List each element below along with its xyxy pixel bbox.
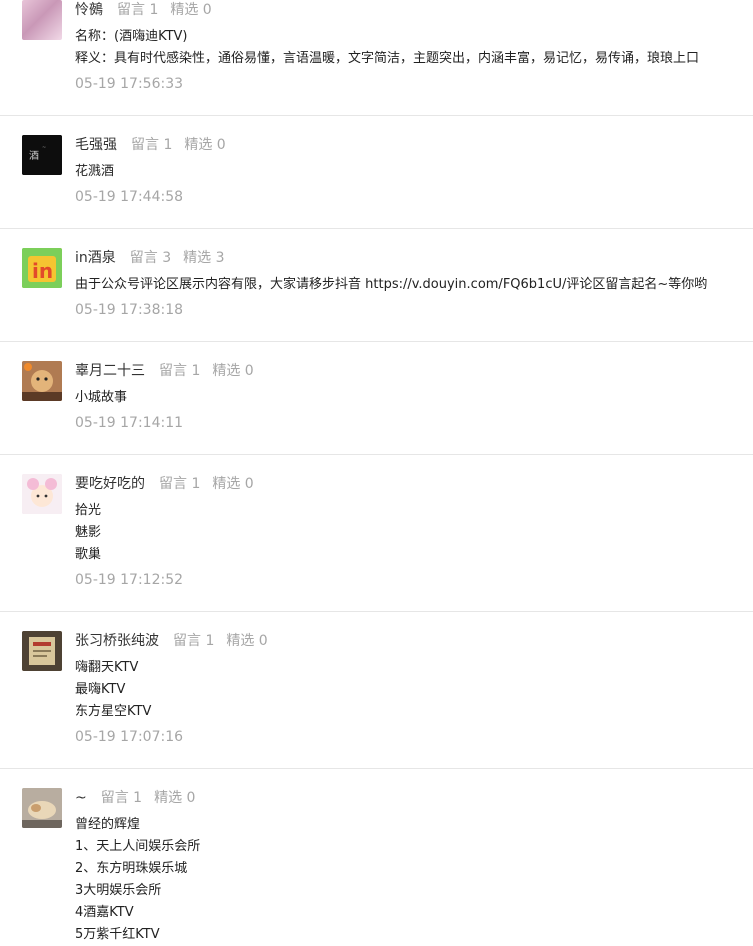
avatar-image: in	[22, 248, 62, 288]
comment-content: 小城故事	[75, 387, 127, 409]
svg-text:~: ~	[42, 145, 46, 151]
divider	[0, 228, 753, 229]
reply-count[interactable]: 留言 3	[130, 250, 171, 266]
avatar[interactable]	[22, 474, 62, 514]
avatar[interactable]	[22, 0, 62, 40]
comment-header: 怜鵺 留言 1 精选 0	[75, 0, 212, 20]
featured-count: 精选 3	[183, 250, 225, 266]
comment-header: 毛强强 留言 1 精选 0	[75, 135, 226, 155]
comment-line: 5万紫千红KTV	[75, 927, 160, 942]
comment-time: 05-19 17:38:18	[75, 302, 184, 318]
username[interactable]: in酒泉	[75, 250, 116, 266]
reply-count[interactable]: 留言 1	[117, 2, 158, 18]
divider	[0, 611, 753, 612]
comment-line: 歌巢	[75, 547, 102, 562]
comment-time: 05-19 17:14:11	[75, 415, 184, 431]
username[interactable]: 要吃好吃的	[75, 476, 145, 492]
avatar-image	[22, 788, 62, 828]
divider	[0, 341, 753, 342]
reply-count[interactable]: 留言 1	[159, 476, 200, 492]
comment-time: 05-19 17:44:58	[75, 189, 184, 205]
comment-line: 释义：具有时代感染性，通俗易懂，言语温暖，文字简洁，主题突出，内涵丰富，易记忆，…	[75, 51, 700, 66]
comment-line: 东方星空KTV	[75, 704, 152, 719]
comment-time: 05-19 17:07:16	[75, 729, 184, 745]
avatar[interactable]	[22, 361, 62, 401]
avatar-image: 酒 ~	[22, 135, 62, 175]
comment-line: 由于公众号评论区展示内容有限，大家请移步抖音 https://v.douyin.…	[75, 277, 708, 292]
divider	[0, 454, 753, 455]
comment-line: 4酒嘉KTV	[75, 905, 134, 920]
reply-count[interactable]: 留言 1	[159, 363, 200, 379]
avatar[interactable]	[22, 631, 62, 671]
comment-time: 05-19 17:12:52	[75, 572, 184, 588]
comment-content: 由于公众号评论区展示内容有限，大家请移步抖音 https://v.douyin.…	[75, 274, 707, 296]
comment-header: 辜月二十三 留言 1 精选 0	[75, 361, 254, 381]
comment-content: 曾经的辉煌 1、天上人间娱乐会所 2、东方明珠娱乐城 3大明娱乐会所 4酒嘉KT…	[75, 814, 200, 946]
comment-line: 2、东方明珠娱乐城	[75, 861, 188, 876]
avatar-image	[22, 361, 62, 401]
comment-content: 名称：(酒嗨迪KTV) 释义：具有时代感染性，通俗易懂，言语温暖，文字简洁，主题…	[75, 26, 699, 70]
divider	[0, 768, 753, 769]
featured-count: 精选 0	[184, 137, 226, 153]
comment-line: 小城故事	[75, 390, 128, 405]
svg-text:酒: 酒	[29, 150, 39, 162]
comment-content: 拾光 魅影 歌巢	[75, 500, 101, 566]
comment-list: 怜鵺 留言 1 精选 0 名称：(酒嗨迪KTV) 释义：具有时代感染性，通俗易懂，言…	[0, 0, 753, 946]
comment-header: 要吃好吃的 留言 1 精选 0	[75, 474, 254, 494]
comment-content: 花溅酒	[75, 161, 114, 183]
comment-line: 曾经的辉煌	[75, 817, 141, 832]
comment-line: 拾光	[75, 503, 102, 518]
username[interactable]: 怜鵺	[75, 2, 103, 18]
comment-line: 名称：(酒嗨迪KTV)	[75, 29, 188, 44]
reply-count[interactable]: 留言 1	[173, 633, 214, 649]
featured-count: 精选 0	[154, 790, 196, 806]
featured-count: 精选 0	[212, 363, 254, 379]
comment-header: in酒泉 留言 3 精选 3	[75, 248, 224, 268]
featured-count: 精选 0	[212, 476, 254, 492]
comment-line: 最嗨KTV	[75, 682, 126, 697]
comment-time: 05-19 17:56:33	[75, 76, 184, 92]
comment-line: 1、天上人间娱乐会所	[75, 839, 201, 854]
reply-count[interactable]: 留言 1	[101, 790, 142, 806]
avatar-image	[22, 474, 62, 514]
svg-text:in: in	[32, 259, 53, 283]
comment-line: 花溅酒	[75, 164, 115, 179]
divider	[0, 115, 753, 116]
featured-count: 精选 0	[226, 633, 268, 649]
avatar[interactable]: 酒 ~	[22, 135, 62, 175]
comment-line: 嗨翻天KTV	[75, 660, 139, 675]
reply-count[interactable]: 留言 1	[131, 137, 172, 153]
comment-line: 魅影	[75, 525, 102, 540]
username[interactable]: ~	[75, 790, 87, 806]
username[interactable]: 毛强强	[75, 137, 117, 153]
username[interactable]: 辜月二十三	[75, 363, 145, 379]
comment-header: 张习桥张纯波 留言 1 精选 0	[75, 631, 268, 651]
avatar[interactable]	[22, 788, 62, 828]
comment-header: ~ 留言 1 精选 0	[75, 788, 195, 808]
avatar-image	[22, 631, 62, 671]
comment-content: 嗨翻天KTV 最嗨KTV 东方星空KTV	[75, 657, 151, 723]
comment-line: 3大明娱乐会所	[75, 883, 162, 898]
featured-count: 精选 0	[170, 2, 212, 18]
avatar[interactable]: in	[22, 248, 62, 288]
username[interactable]: 张习桥张纯波	[75, 633, 159, 649]
